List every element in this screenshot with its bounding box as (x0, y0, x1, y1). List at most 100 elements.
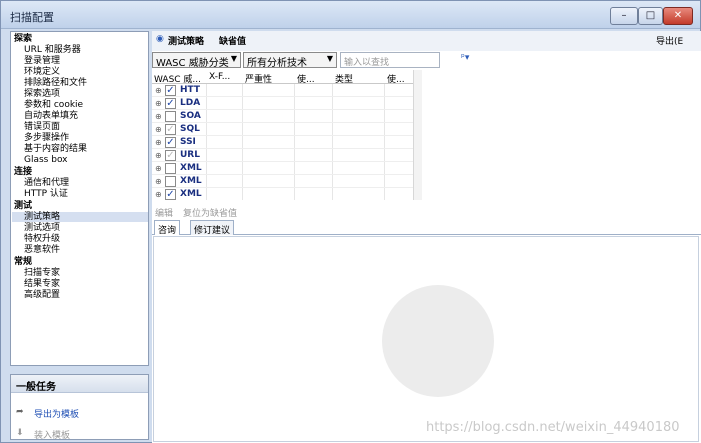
expand-icon[interactable]: ⊕ (155, 164, 162, 173)
watermark-text: https://blog.csdn.net/weixin_44940180 (426, 420, 680, 435)
maximize-button[interactable]: □ (638, 7, 663, 25)
analysis-filter-select[interactable]: 所有分析技术 ▼ (243, 52, 337, 69)
row-checkbox[interactable]: ✓ (165, 189, 176, 200)
expand-icon[interactable]: ⊕ (155, 177, 162, 186)
search-icon[interactable]: ᵖ▾ (461, 53, 469, 63)
general-tasks-panel: 一般任务 ➦ 导出为模板 ⬇ 装入模板 (10, 374, 149, 441)
nav-login-management[interactable]: 登录管理 (24, 56, 60, 66)
policy-header: ◉ 测试策略 缺省值 导出(E (152, 31, 701, 51)
analysis-filter-value: 所有分析技术 (247, 58, 307, 69)
row-name: XML (180, 163, 202, 173)
row-name: XML (180, 176, 202, 186)
load-template-link[interactable]: 装入模板 (34, 428, 70, 441)
table-row[interactable]: ⊕ ✓ URL (152, 149, 413, 162)
policy-tab-label[interactable]: 测试策略 (168, 34, 204, 47)
tab-fix-recommendation[interactable]: 修订建议 (190, 220, 235, 236)
titlebar: 扫描配置 – □ ✕ (1, 1, 700, 29)
table-row[interactable]: ⊕ ✓ LDA (152, 97, 413, 110)
nav-auto-form-fill[interactable]: 自动表单填充 (24, 111, 78, 121)
close-button[interactable]: ✕ (663, 7, 693, 25)
expand-icon[interactable]: ⊕ (155, 190, 162, 199)
nav-header-explore: 探索 (14, 34, 33, 44)
table-row[interactable]: ⊕ ✓ XML (152, 188, 413, 200)
nav-scan-expert[interactable]: 扫描专家 (24, 268, 60, 278)
nav-parameters-cookies[interactable]: 参数和 cookie (24, 100, 83, 110)
table-row[interactable]: ⊕ XML (152, 175, 413, 188)
table-row[interactable]: ⊕ ✓ HTT (152, 84, 413, 97)
chevron-down-icon: ▼ (230, 54, 237, 63)
table-row[interactable]: ⊕ XML (152, 162, 413, 175)
nav-result-expert[interactable]: 结果专家 (24, 279, 60, 289)
detail-content: https://blog.csdn.net/weixin_44940180 (153, 236, 699, 442)
row-checkbox[interactable] (165, 111, 176, 122)
row-checkbox[interactable]: ✓ (165, 98, 176, 109)
col-xf[interactable]: X-F... (209, 72, 230, 82)
policy-grid: WASC 威... X-F... 严重性 使... 类型 使... ⊕ ✓ HTT … (152, 70, 414, 200)
row-name: SSI (180, 137, 196, 147)
nav-header-test: 测试 (14, 201, 33, 211)
nav-glass-box[interactable]: Glass box (24, 155, 68, 165)
export-button[interactable]: 导出(E (656, 34, 683, 47)
test-policy-panel: ◉ 测试策略 缺省值 导出(E WASC 威胁分类 ▼ 所有分析技术 ▼ 输入以查找… (152, 31, 701, 443)
expand-icon[interactable]: ⊕ (155, 86, 162, 95)
row-checkbox[interactable] (165, 163, 176, 174)
nav-content-based[interactable]: 基于内容的结果 (24, 144, 87, 154)
row-name: HTT (180, 85, 201, 95)
policy-value: 缺省值 (219, 37, 247, 47)
minimize-button[interactable]: – (610, 7, 638, 25)
edit-button[interactable]: 编辑 (155, 206, 173, 219)
export-icon: ➦ (16, 407, 24, 417)
expand-icon[interactable]: ⊕ (155, 138, 162, 147)
row-checkbox[interactable]: ✓ (165, 85, 176, 96)
search-input[interactable]: 输入以查找 (340, 52, 440, 68)
nav-explore-options[interactable]: 探索选项 (24, 89, 60, 99)
table-row[interactable]: ⊕ SOA (152, 110, 413, 123)
nav-malware[interactable]: 恶意软件 (24, 245, 60, 255)
scan-config-window: 扫描配置 – □ ✕ 探索 URL 和服务器 登录管理 环境定义 排除路径和文件… (0, 0, 701, 443)
expand-icon[interactable]: ⊕ (155, 125, 162, 134)
nav-privilege-escalation[interactable]: 特权升级 (24, 234, 60, 244)
filter-toolbar: WASC 威胁分类 ▼ 所有分析技术 ▼ 输入以查找 ᵖ▾ (152, 51, 701, 69)
row-name: SOA (180, 111, 201, 121)
policy-icon: ◉ (156, 34, 164, 44)
row-name: XML (180, 189, 202, 199)
tab-advisory[interactable]: 咨询 (154, 220, 181, 236)
row-checkbox[interactable] (165, 176, 176, 187)
row-name: SQL (180, 124, 200, 134)
window-title: 扫描配置 (10, 11, 54, 24)
export-template-link[interactable]: 导出为模板 (34, 407, 79, 420)
detail-tabs: 咨询 修订建议 (152, 219, 701, 236)
row-checkbox[interactable]: ✓ (165, 137, 176, 148)
nav-communication-proxy[interactable]: 通信和代理 (24, 178, 69, 188)
nav-http-auth[interactable]: HTTP 认证 (24, 189, 68, 199)
table-row[interactable]: ⊕ ✓ SQL (152, 123, 413, 136)
nav-test-policy[interactable]: 测试策略 (12, 212, 148, 222)
grid-header: WASC 威... X-F... 严重性 使... 类型 使... (152, 70, 413, 85)
nav-multistep[interactable]: 多步骤操作 (24, 133, 69, 143)
table-row[interactable]: ⊕ ✓ SSI (152, 136, 413, 149)
nav-environment[interactable]: 环境定义 (24, 67, 60, 77)
wasc-filter-select[interactable]: WASC 威胁分类 ▼ (152, 52, 241, 69)
import-icon: ⬇ (16, 428, 24, 438)
row-checkbox[interactable]: ✓ (165, 150, 176, 161)
expand-icon[interactable]: ⊕ (155, 112, 162, 121)
nav-test-options[interactable]: 测试选项 (24, 223, 60, 233)
chevron-down-icon: ▼ (326, 54, 333, 63)
actions-bar: 编辑 复位为缺省值 (152, 204, 701, 219)
nav-header-general: 常规 (14, 257, 33, 267)
appscan-logo-watermark (382, 285, 494, 397)
grid-scrollbar[interactable] (414, 70, 422, 200)
row-name: URL (180, 150, 200, 160)
row-checkbox[interactable]: ✓ (165, 124, 176, 135)
nav-exclusions[interactable]: 排除路径和文件 (24, 78, 87, 88)
nav-advanced-config[interactable]: 高级配置 (24, 290, 60, 300)
config-tree: 探索 URL 和服务器 登录管理 环境定义 排除路径和文件 探索选项 参数和 c… (10, 31, 149, 366)
nav-url-servers[interactable]: URL 和服务器 (24, 45, 81, 55)
expand-icon[interactable]: ⊕ (155, 99, 162, 108)
reset-defaults-button[interactable]: 复位为缺省值 (183, 206, 237, 219)
row-name: LDA (180, 98, 201, 108)
expand-icon[interactable]: ⊕ (155, 151, 162, 160)
wasc-filter-value: WASC 威胁分类 (156, 58, 229, 69)
general-tasks-header: 一般任务 (11, 375, 148, 393)
nav-error-pages[interactable]: 错误页面 (24, 122, 60, 132)
